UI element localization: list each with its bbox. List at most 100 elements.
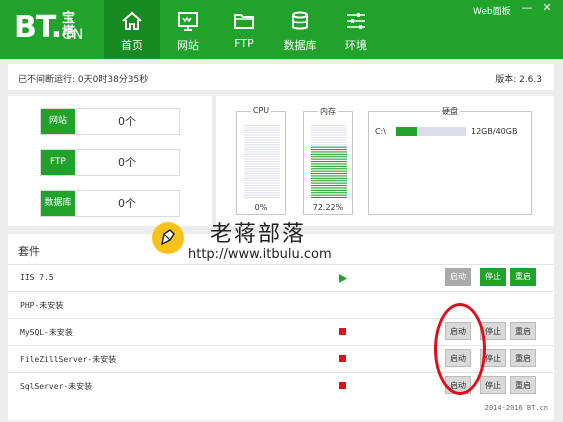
- meter-stripe-free: [311, 137, 347, 139]
- memory-meter: 内存 72.22%: [303, 107, 353, 215]
- meter-stripe-free: [244, 151, 280, 153]
- plugin-name: MySQL-未安装: [20, 328, 73, 337]
- meter-stripe-free: [244, 137, 280, 139]
- site-stats-panel: 网站 0个 FTP 0个 数据库 0个: [8, 96, 212, 226]
- stat-website[interactable]: 网站 0个: [40, 108, 180, 135]
- plugin-name: PHP-未安装: [20, 301, 64, 310]
- logo-text: BT.: [14, 10, 62, 45]
- meter-stripe-used: [311, 170, 347, 172]
- meter-stripe-free: [244, 182, 280, 184]
- web-panel-link[interactable]: Web面板: [473, 4, 511, 17]
- plugin-name: SqlServer-未安装: [20, 382, 93, 391]
- stat-database[interactable]: 数据库 0个: [40, 190, 180, 217]
- meter-stripe-used: [311, 189, 347, 191]
- meter-stripe-free: [244, 127, 280, 129]
- meter-stripe-free: [311, 139, 347, 141]
- disk-meter: 硬盘 C:\ 12GB/40GB: [368, 107, 532, 215]
- database-icon: [292, 11, 308, 30]
- memory-percent: 72.22%: [312, 203, 344, 212]
- stat-database-value: 0个: [118, 197, 136, 210]
- version-text: 版本: 2.6.3: [495, 75, 542, 85]
- cpu-meter: CPU 0%: [236, 106, 286, 215]
- uptime-text: 已不间断运行: 0天0时38分35秒: [18, 75, 149, 85]
- stopped-indicator-icon: [339, 328, 346, 335]
- stat-ftp[interactable]: FTP 0个: [40, 149, 180, 176]
- stop-button[interactable]: 停止: [480, 268, 506, 286]
- meter-stripe-used: [311, 163, 347, 165]
- highlight-ellipse: [434, 303, 486, 395]
- logo-cn-bottom: CN: [62, 27, 85, 43]
- meter-stripe-free: [244, 141, 280, 143]
- stat-ftp-value: 0个: [118, 156, 136, 169]
- plugin-name: IIS 7.5: [20, 273, 54, 282]
- resource-monitor: CPU 0% 内存 72.22% 硬盘 C:\ 12GB/40GB: [216, 96, 554, 226]
- nav-database-label: 数据库: [283, 39, 317, 52]
- meter-stripe-free: [244, 132, 280, 134]
- meter-stripe-free: [244, 173, 280, 175]
- folder-icon: [234, 14, 254, 29]
- meter-stripe-used: [311, 194, 347, 196]
- nav-ftp-label: FTP: [234, 37, 254, 50]
- meter-stripe-free: [244, 192, 280, 194]
- monitor-icon: [178, 12, 198, 31]
- meter-stripe-free: [311, 127, 347, 129]
- bt-panel-window: BT. 宝塔 CN 首页 网站 FTP 数据库 环境 Web面板 — ✕ 已不间…: [0, 0, 563, 422]
- meter-stripe-used: [311, 175, 347, 177]
- meter-stripe-used: [311, 173, 347, 175]
- stop-button[interactable]: 停止: [480, 376, 506, 394]
- meter-stripe-free: [311, 141, 347, 143]
- meter-stripe-free: [244, 165, 280, 167]
- nav-ftp[interactable]: FTP: [216, 0, 272, 59]
- restart-button[interactable]: 重启: [510, 322, 536, 340]
- meter-stripe-used: [311, 146, 347, 148]
- meter-stripe-used: [311, 185, 347, 187]
- meter-stripe-free: [244, 175, 280, 177]
- disk-drive-label: C:\: [375, 127, 386, 136]
- plugins-title: 套件: [18, 245, 40, 258]
- disk-usage-track: [396, 127, 466, 136]
- meter-stripe-free: [244, 161, 280, 163]
- meter-stripe-free: [244, 149, 280, 151]
- status-bar: 已不间断运行: 0天0时38分35秒 版本: 2.6.3: [8, 64, 554, 90]
- meter-stripe-used: [311, 180, 347, 182]
- minimize-button[interactable]: —: [520, 2, 534, 14]
- restart-button[interactable]: 重启: [510, 268, 536, 286]
- meter-stripe-used: [311, 151, 347, 153]
- meter-stripe-free: [244, 170, 280, 172]
- close-button[interactable]: ✕: [540, 2, 554, 14]
- meter-stripe-free: [244, 158, 280, 160]
- disk-size: 12GB/40GB: [471, 127, 518, 136]
- restart-button[interactable]: 重启: [510, 376, 536, 394]
- watermark-pencil-icon: [152, 222, 184, 254]
- meter-stripe-used: [311, 165, 347, 167]
- meter-stripe-used: [311, 161, 347, 163]
- plugin-name: FileZillServer-未安装: [20, 355, 117, 364]
- meter-stripe-free: [244, 163, 280, 165]
- restart-button[interactable]: 重启: [510, 349, 536, 367]
- meter-stripe-free: [244, 125, 280, 127]
- meter-stripe-free: [244, 185, 280, 187]
- meter-stripe-free: [244, 177, 280, 179]
- meter-stripe-free: [244, 168, 280, 170]
- nav-environment-label: 环境: [345, 39, 367, 52]
- nav-home-label: 首页: [121, 39, 143, 52]
- nav-environment[interactable]: 环境: [328, 0, 384, 59]
- memory-title: 内存: [318, 107, 338, 116]
- meter-stripe-free: [244, 156, 280, 158]
- header-bar: BT. 宝塔 CN 首页 网站 FTP 数据库 环境 Web面板 — ✕: [0, 0, 563, 59]
- meter-stripe-used: [311, 177, 347, 179]
- nav-website[interactable]: 网站: [160, 0, 216, 59]
- nav-database[interactable]: 数据库: [272, 0, 328, 59]
- meter-stripe-free: [244, 187, 280, 189]
- meter-stripe-used: [311, 192, 347, 194]
- running-indicator-icon: [339, 274, 347, 283]
- start-button[interactable]: 启动: [445, 268, 471, 286]
- nav-home[interactable]: 首页: [104, 0, 160, 59]
- stat-database-label: 数据库: [41, 191, 75, 216]
- meter-stripe-free: [244, 144, 280, 146]
- meter-stripe-used: [311, 153, 347, 155]
- meter-stripe-free: [244, 153, 280, 155]
- stat-ftp-label: FTP: [41, 150, 75, 175]
- meter-stripe-free: [244, 189, 280, 191]
- plugin-row-iis: IIS 7.5 启动 停止 重启: [8, 264, 554, 291]
